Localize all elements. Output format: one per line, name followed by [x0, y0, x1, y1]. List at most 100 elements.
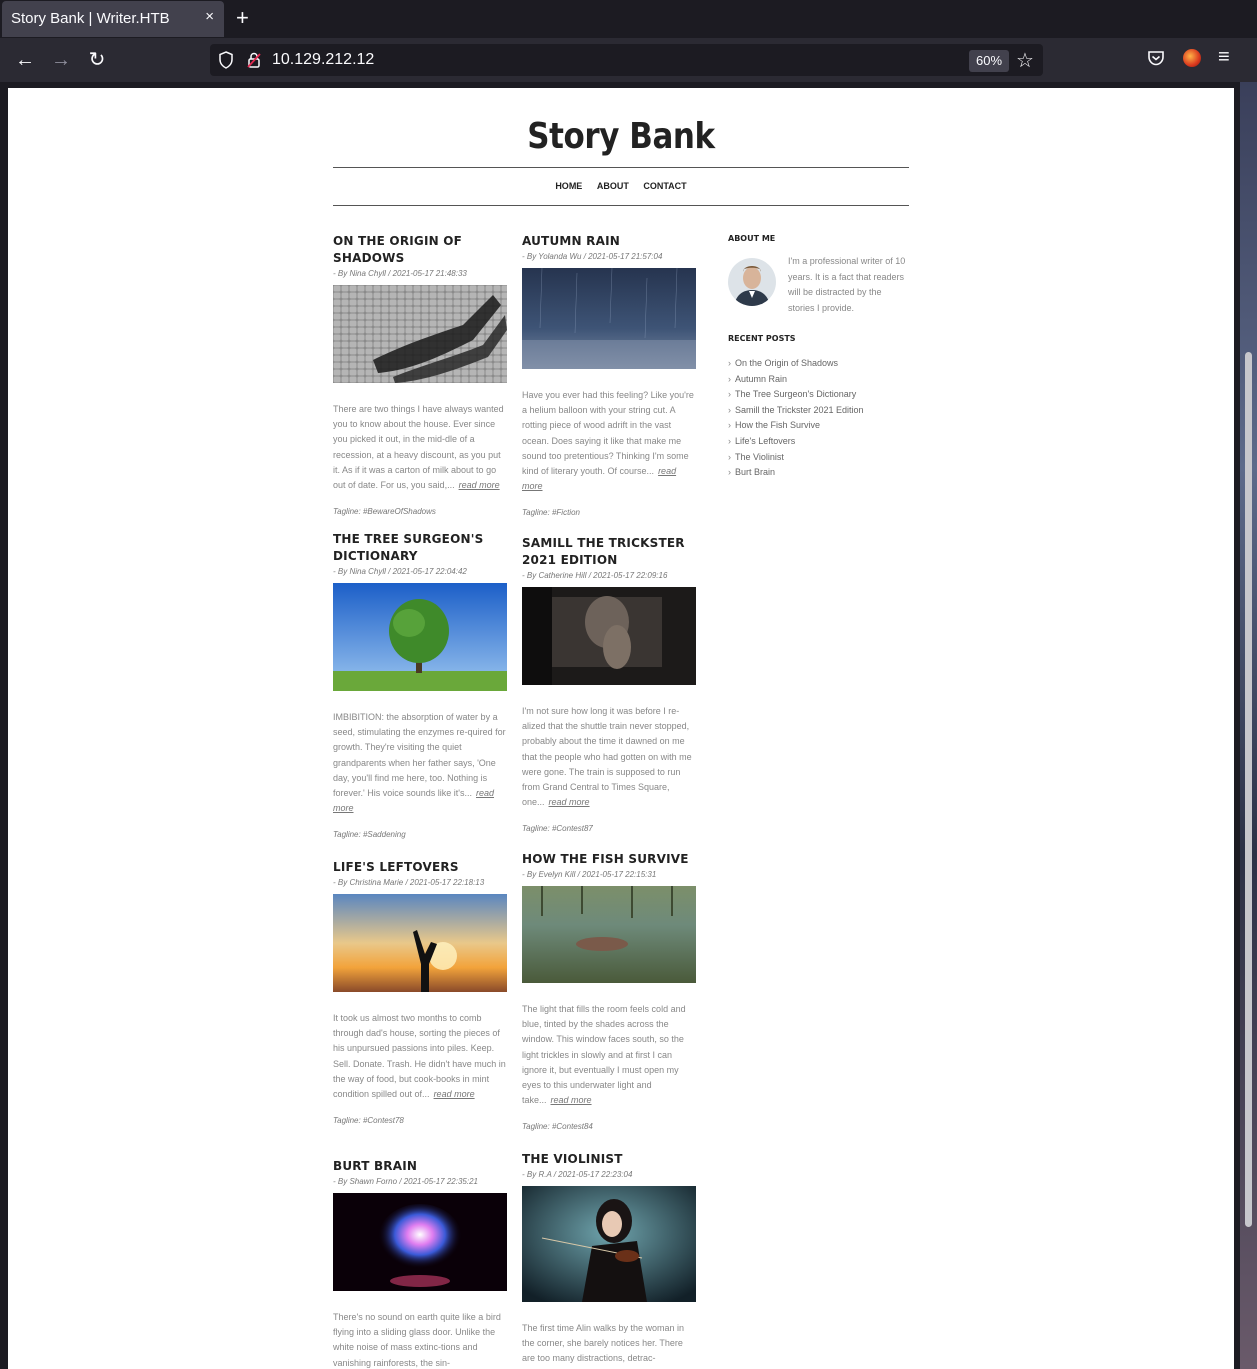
- url-text: 10.129.212.12: [272, 51, 375, 68]
- post-excerpt: IMBIBITION: the absorption of water by a…: [333, 710, 507, 816]
- post-title[interactable]: ON THE ORIGIN OF SHADOWS: [333, 233, 507, 267]
- post-title[interactable]: THE TREE SURGEON'S DICTIONARY: [333, 531, 507, 565]
- read-more-link[interactable]: read more: [434, 1089, 475, 1099]
- chevron-right-icon: ›: [728, 404, 731, 415]
- post-excerpt: I'm not sure how long it was before I re…: [522, 704, 696, 810]
- post-image-sunset[interactable]: [333, 894, 507, 992]
- post-tagline: Tagline: #Contest84: [522, 1122, 593, 1132]
- site-nav: HOME ABOUT CONTACT: [333, 181, 909, 191]
- post-card: LIFE'S LEFTOVERS - By Christina Marie / …: [333, 859, 507, 1125]
- recent-post-link[interactable]: › How the Fish Survive: [728, 418, 864, 434]
- nav-link-home[interactable]: HOME: [555, 181, 582, 191]
- site-title[interactable]: Story Bank: [94, 116, 1148, 157]
- post-meta: - By Nina Chyll / 2021-05-17 22:04:42: [333, 567, 467, 576]
- recent-post-link[interactable]: › On the Origin of Shadows: [728, 356, 864, 372]
- post-meta: - By Nina Chyll / 2021-05-17 21:48:33: [333, 269, 467, 278]
- read-more-link[interactable]: read more: [551, 1095, 592, 1105]
- post-image-fish[interactable]: [522, 886, 696, 983]
- recent-post-link[interactable]: › Samill the Trickster 2021 Edition: [728, 403, 864, 419]
- recent-posts-list: › On the Origin of Shadows › Autumn Rain ›…: [728, 356, 864, 481]
- recent-post-link[interactable]: › Burt Brain: [728, 465, 864, 481]
- recent-post-label[interactable]: The Violinist: [735, 452, 784, 462]
- zoom-level-badge[interactable]: 60%: [969, 50, 1009, 72]
- post-excerpt: The first time Alin walks by the woman i…: [522, 1323, 685, 1364]
- post-meta: - By Christina Marie / 2021-05-17 22:18:…: [333, 878, 485, 887]
- recent-post-label[interactable]: Burt Brain: [735, 467, 775, 477]
- desktop-background-strip: [1240, 82, 1257, 1369]
- excerpt-text: It took us almost two months to comb thr…: [333, 1013, 506, 1100]
- post-card: BURT BRAIN - By Shawn Forno / 2021-05-17…: [333, 1158, 507, 1369]
- about-me-text: I'm a professional writer of 10 years. I…: [788, 256, 906, 313]
- post-card: HOW THE FISH SURVIVE - By Evelyn Kill / …: [522, 851, 696, 1131]
- post-card: SAMILL THE TRICKSTER 2021 EDITION - By C…: [522, 535, 696, 833]
- post-image-tree[interactable]: [333, 583, 507, 691]
- post-excerpt: It took us almost two months to comb thr…: [333, 1011, 507, 1102]
- post-title[interactable]: AUTUMN RAIN: [522, 233, 696, 250]
- excerpt-text: I'm not sure how long it was before I re…: [522, 706, 692, 808]
- post-meta: - By Catherine Hill / 2021-05-17 22:09:1…: [522, 571, 668, 580]
- recent-posts-heading: RECENT POSTS: [728, 334, 796, 343]
- post-image-trickster[interactable]: [522, 587, 696, 685]
- reload-icon[interactable]: ↻: [85, 48, 109, 72]
- hamburger-menu-icon[interactable]: ≡: [1218, 46, 1230, 69]
- post-title[interactable]: HOW THE FISH SURVIVE: [522, 851, 696, 868]
- about-me-heading: ABOUT ME: [728, 234, 776, 243]
- post-tagline: Tagline: #Contest78: [333, 1116, 404, 1126]
- forward-arrow-icon[interactable]: →: [49, 48, 73, 72]
- extension-icon[interactable]: [1183, 49, 1201, 67]
- excerpt-text: Have you ever had this feeling? Like you…: [522, 390, 694, 477]
- address-bar[interactable]: 10.129.212.12 60% ☆: [210, 44, 1043, 76]
- read-more-link[interactable]: read more: [549, 797, 590, 807]
- post-title[interactable]: LIFE'S LEFTOVERS: [333, 859, 507, 876]
- excerpt-text: There are two things I have always wante…: [333, 404, 504, 491]
- pocket-icon[interactable]: [1147, 49, 1165, 67]
- tracking-shield-icon[interactable]: [218, 51, 234, 69]
- post-excerpt: The light that fills the room feels cold…: [522, 1002, 696, 1108]
- post-excerpt: There's no sound on earth quite like a b…: [333, 1312, 501, 1368]
- chevron-right-icon: ›: [728, 373, 731, 384]
- post-meta: - By Evelyn Kill / 2021-05-17 22:15:31: [522, 870, 657, 879]
- post-image-brain[interactable]: [333, 1193, 507, 1291]
- post-image-rain[interactable]: [522, 267, 696, 369]
- chevron-right-icon: ›: [728, 358, 731, 368]
- back-arrow-icon[interactable]: ←: [13, 48, 37, 72]
- recent-post-link[interactable]: › Autumn Rain: [728, 372, 864, 388]
- post-image-violinist[interactable]: [522, 1186, 696, 1302]
- read-more-link[interactable]: read more: [459, 480, 500, 490]
- recent-post-link[interactable]: › The Tree Surgeon's Dictionary: [728, 387, 864, 403]
- post-title[interactable]: BURT BRAIN: [333, 1158, 507, 1175]
- chevron-right-icon: ›: [728, 389, 731, 400]
- recent-post-label[interactable]: Life's Leftovers: [735, 436, 795, 446]
- recent-post-label[interactable]: Samill the Trickster 2021 Edition: [735, 405, 864, 415]
- insecure-lock-icon[interactable]: [246, 51, 262, 69]
- recent-post-label[interactable]: How the Fish Survive: [735, 420, 820, 430]
- recent-post-label[interactable]: The Tree Surgeon's Dictionary: [735, 389, 856, 399]
- post-card: ON THE ORIGIN OF SHADOWS - By Nina Chyll…: [333, 233, 507, 516]
- recent-post-label[interactable]: On the Origin of Shadows: [735, 358, 838, 368]
- recent-post-link[interactable]: › The Violinist: [728, 450, 864, 466]
- post-tagline: Tagline: #Contest87: [522, 824, 593, 834]
- post-meta: - By Shawn Forno / 2021-05-17 22:35:21: [333, 1177, 478, 1186]
- new-tab-button[interactable]: +: [236, 5, 249, 31]
- close-tab-icon[interactable]: ×: [205, 8, 214, 25]
- post-tagline: Tagline: #Saddening: [333, 830, 406, 840]
- post-title[interactable]: SAMILL THE TRICKSTER 2021 EDITION: [522, 535, 696, 569]
- post-card: THE VIOLINIST - By R.A / 2021-05-17 22:2…: [522, 1151, 696, 1367]
- post-tagline: Tagline: #BewareOfShadows: [333, 507, 436, 517]
- browser-tab-active[interactable]: Story Bank | Writer.HTB ×: [2, 1, 224, 37]
- recent-post-label[interactable]: Autumn Rain: [735, 374, 787, 384]
- post-meta: - By Yolanda Wu / 2021-05-17 21:57:04: [522, 252, 663, 261]
- page-scrollbar-thumb[interactable]: [1245, 352, 1252, 1227]
- browser-nav-bar: ← → ↻ 10.129.212.12 60% ☆ ≡: [0, 38, 1257, 82]
- post-image-shadows[interactable]: [333, 285, 507, 383]
- post-title[interactable]: THE VIOLINIST: [522, 1151, 696, 1168]
- nav-link-about[interactable]: ABOUT: [597, 181, 629, 191]
- author-avatar: [728, 258, 776, 306]
- bookmark-star-icon[interactable]: ☆: [1016, 48, 1034, 73]
- browser-tab-bar: Story Bank | Writer.HTB × +: [0, 0, 1257, 38]
- chevron-right-icon: ›: [728, 420, 731, 431]
- header-rule-top: [333, 167, 909, 168]
- recent-post-link[interactable]: › Life's Leftovers: [728, 434, 864, 450]
- post-card: AUTUMN RAIN - By Yolanda Wu / 2021-05-17…: [522, 233, 696, 517]
- nav-link-contact[interactable]: CONTACT: [643, 181, 686, 191]
